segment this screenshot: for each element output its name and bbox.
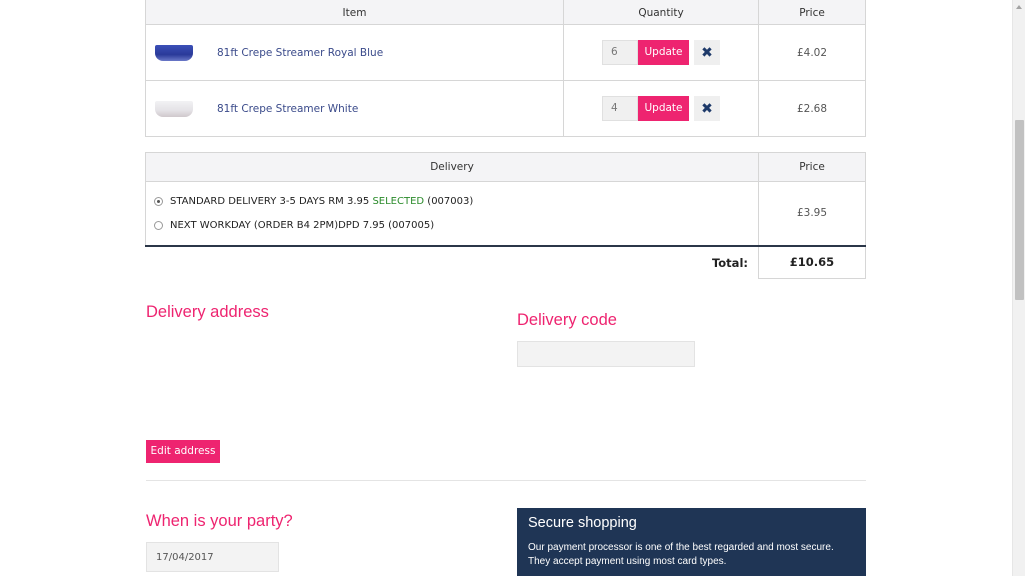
delivery-code-title: Delivery code xyxy=(517,311,617,329)
total-value: £10.65 xyxy=(758,245,866,279)
delivery-header: Delivery xyxy=(145,152,759,182)
delivery-option-code: (007005) xyxy=(388,219,435,231)
delivery-price: £3.95 xyxy=(758,181,866,246)
delivery-option-standard[interactable]: STANDARD DELIVERY 3-5 DAYS RM 3.95 SELEC… xyxy=(154,189,758,213)
delivery-option-next-workday[interactable]: NEXT WORKDAY (ORDER B4 2PM)DPD 7.95 (007… xyxy=(154,213,758,237)
total-label: Total: xyxy=(711,255,748,270)
cart-item: 81ft Crepe Streamer White xyxy=(146,100,563,117)
section-divider xyxy=(146,480,866,481)
price-header: Price xyxy=(758,0,866,25)
table-row: 81ft Crepe Streamer Royal Blue 6 Update … xyxy=(145,24,866,81)
quantity-controls: 6 Update ✖ xyxy=(564,40,758,65)
update-button[interactable]: Update xyxy=(638,40,689,65)
delivery-options-row: STANDARD DELIVERY 3-5 DAYS RM 3.95 SELEC… xyxy=(145,181,866,246)
item-price: £4.02 xyxy=(758,24,866,81)
secure-shopping-text: Our payment processor is one of the best… xyxy=(528,542,834,567)
secure-shopping-title: Secure shopping xyxy=(528,515,637,531)
party-date-title: When is your party? xyxy=(146,512,293,530)
party-date-input[interactable]: 17/04/2017 xyxy=(146,542,279,572)
remove-button[interactable]: ✖ xyxy=(694,96,720,121)
checkout-page: Item Quantity Price 81ft Crepe Streamer … xyxy=(0,0,1012,576)
radio-button[interactable] xyxy=(154,220,163,230)
delivery-price-header: Price xyxy=(758,152,866,182)
scroll-up-icon[interactable] xyxy=(1013,0,1025,14)
quantity-controls: 4 Update ✖ xyxy=(564,96,758,121)
delivery-code-input[interactable] xyxy=(517,341,695,367)
quantity-input[interactable]: 6 xyxy=(602,40,638,65)
product-thumbnail[interactable] xyxy=(155,44,193,61)
close-icon: ✖ xyxy=(701,44,713,61)
product-name-link[interactable]: 81ft Crepe Streamer White xyxy=(217,103,358,115)
quantity-input[interactable]: 4 xyxy=(602,96,638,121)
vertical-scrollbar[interactable] xyxy=(1012,0,1025,576)
product-thumbnail[interactable] xyxy=(155,100,193,117)
cart-header-row: Item Quantity Price xyxy=(145,0,866,25)
close-icon: ✖ xyxy=(701,100,713,117)
item-header: Item xyxy=(145,0,564,25)
product-name-link[interactable]: 81ft Crepe Streamer Royal Blue xyxy=(217,47,383,59)
scroll-thumb[interactable] xyxy=(1015,120,1024,300)
delivery-header-row: Delivery Price xyxy=(145,152,866,182)
secure-shopping-panel: Secure shopping Our payment processor is… xyxy=(517,508,866,576)
radio-button-selected[interactable] xyxy=(154,196,163,206)
delivery-option-label: STANDARD DELIVERY 3-5 DAYS RM 3.95 xyxy=(170,195,370,207)
item-price: £2.68 xyxy=(758,80,866,137)
delivery-table: Delivery Price STANDARD DELIVERY 3-5 DAY… xyxy=(145,152,866,279)
delivery-option-code: (007003) xyxy=(427,195,474,207)
selected-tag: SELECTED xyxy=(372,195,425,207)
cart-table: Item Quantity Price 81ft Crepe Streamer … xyxy=(145,0,866,137)
remove-button[interactable]: ✖ xyxy=(694,40,720,65)
total-row: Total: £10.65 xyxy=(145,245,866,279)
quantity-header: Quantity xyxy=(563,0,759,25)
update-button[interactable]: Update xyxy=(638,96,689,121)
delivery-option-label: NEXT WORKDAY (ORDER B4 2PM)DPD 7.95 xyxy=(170,219,385,231)
cart-item: 81ft Crepe Streamer Royal Blue xyxy=(146,44,563,61)
edit-address-button[interactable]: Edit address xyxy=(146,440,220,463)
table-row: 81ft Crepe Streamer White 4 Update ✖ £2.… xyxy=(145,80,866,137)
delivery-address-title: Delivery address xyxy=(146,303,269,321)
